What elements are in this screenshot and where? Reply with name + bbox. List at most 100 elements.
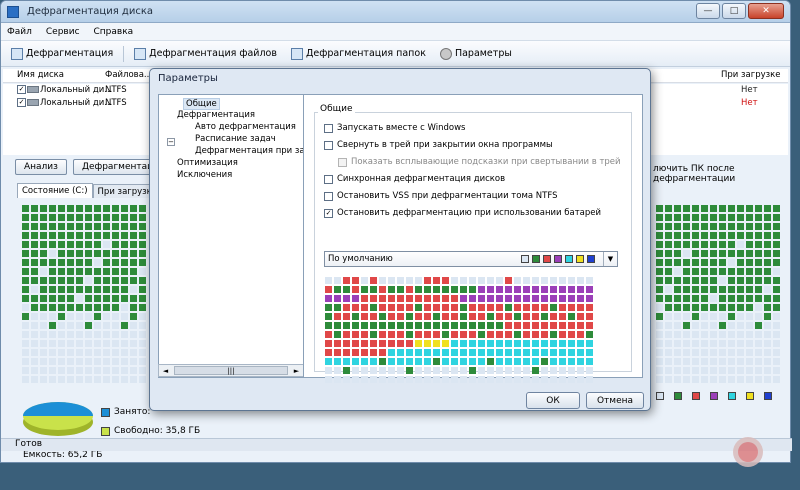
- cluster-block: [532, 286, 539, 293]
- cluster-block: [388, 331, 395, 338]
- defrag-folders-button[interactable]: Дефрагментация папок: [287, 46, 430, 62]
- tray-checkbox[interactable]: [324, 140, 333, 150]
- vss-checkbox[interactable]: [324, 191, 333, 201]
- startup-checkbox[interactable]: [324, 123, 333, 133]
- tree-item-optimize[interactable]: Оптимизация: [177, 158, 238, 168]
- cluster-block: [487, 376, 494, 383]
- cluster-block: [755, 331, 762, 338]
- cluster-block: [325, 358, 332, 365]
- cluster-block: [121, 232, 128, 239]
- tooltips-checkbox[interactable]: [338, 157, 347, 167]
- cluster-block: [334, 331, 341, 338]
- tree-item-schedule[interactable]: Расписание задач: [195, 134, 276, 144]
- option-sync[interactable]: Синхронная дефрагментация дисков: [324, 174, 505, 184]
- cluster-block: [85, 376, 92, 383]
- cluster-block: [755, 376, 762, 383]
- cluster-block: [49, 286, 56, 293]
- menu-file[interactable]: Файл: [7, 27, 32, 37]
- cluster-block: [31, 295, 38, 302]
- cluster-block: [674, 295, 681, 302]
- tree-item-auto-defrag[interactable]: Авто дефрагментация: [195, 122, 296, 132]
- shutdown-option-label[interactable]: лючить ПК после дефрагментации: [653, 164, 790, 184]
- cluster-block: [121, 331, 128, 338]
- option-startup[interactable]: Запускать вместе с Windows: [324, 123, 465, 133]
- cluster-block: [130, 331, 137, 338]
- minimize-button[interactable]: —: [696, 3, 720, 19]
- tree-item-exclusions[interactable]: Исключения: [177, 170, 232, 180]
- legend-swatch: [656, 392, 664, 400]
- option-vss[interactable]: Остановить VSS при дефрагментации тома N…: [324, 191, 557, 201]
- cluster-block: [487, 277, 494, 284]
- cluster-block: [343, 349, 350, 356]
- cluster-block: [737, 331, 744, 338]
- analyze-button[interactable]: Анализ: [15, 159, 67, 175]
- cluster-block: [370, 277, 377, 284]
- cluster-block: [352, 322, 359, 329]
- option-tooltips[interactable]: Показать всплывающие подсказки при сверт…: [338, 157, 621, 167]
- menu-service[interactable]: Сервис: [46, 27, 80, 37]
- cluster-block: [737, 295, 744, 302]
- cluster-block: [683, 295, 690, 302]
- cluster-block: [568, 277, 575, 284]
- cluster-block: [469, 277, 476, 284]
- sync-checkbox[interactable]: [324, 174, 333, 184]
- cluster-block: [103, 223, 110, 230]
- cluster-block: [773, 250, 780, 257]
- cluster-block: [532, 322, 539, 329]
- chevron-down-icon[interactable]: ▼: [603, 252, 617, 266]
- scroll-left-icon[interactable]: ◄: [159, 365, 172, 376]
- free-legend: Свободно: 35,8 ГБ: [101, 426, 200, 436]
- cluster-block: [692, 331, 699, 338]
- cluster-block: [76, 322, 83, 329]
- disk-checkbox[interactable]: ✓: [17, 98, 26, 107]
- tree-item-general[interactable]: Общие: [183, 98, 220, 110]
- cluster-block: [683, 214, 690, 221]
- cluster-block: [325, 331, 332, 338]
- cluster-block: [496, 304, 503, 311]
- cancel-button[interactable]: Отмена: [586, 392, 644, 409]
- cluster-block: [85, 331, 92, 338]
- cluster-block: [352, 304, 359, 311]
- settings-toolbar-button[interactable]: Параметры: [436, 46, 516, 62]
- cluster-block: [460, 295, 467, 302]
- column-boot[interactable]: При загрузке: [721, 70, 781, 80]
- cluster-block: [433, 376, 440, 383]
- option-battery[interactable]: ✓ Остановить дефрагментацию при использо…: [324, 208, 601, 218]
- scroll-thumb[interactable]: |||: [174, 366, 288, 375]
- cluster-block: [49, 205, 56, 212]
- cluster-block: [773, 268, 780, 275]
- cluster-block: [719, 358, 726, 365]
- cluster-block: [755, 349, 762, 356]
- cluster-block: [415, 313, 422, 320]
- cluster-block: [728, 295, 735, 302]
- ok-button[interactable]: ОК: [526, 392, 580, 409]
- cluster-block: [49, 331, 56, 338]
- battery-checkbox[interactable]: ✓: [324, 208, 333, 218]
- cluster-block: [67, 286, 74, 293]
- cluster-block: [397, 286, 404, 293]
- tree-collapse-icon[interactable]: −: [167, 138, 175, 146]
- tree-scrollbar[interactable]: ◄ ||| ►: [158, 364, 304, 377]
- cluster-block: [424, 286, 431, 293]
- menu-help[interactable]: Справка: [94, 27, 134, 37]
- column-disk-name[interactable]: Имя диска: [17, 70, 64, 80]
- cluster-block: [746, 241, 753, 248]
- cluster-block: [103, 295, 110, 302]
- tab-status[interactable]: Состояние (C:): [17, 183, 93, 198]
- column-filesystem[interactable]: Файлова...: [105, 70, 152, 80]
- app-icon: [7, 6, 19, 18]
- tree-item-defrag[interactable]: Дефрагментация: [177, 110, 255, 120]
- cluster-block: [719, 232, 726, 239]
- option-tray[interactable]: Свернуть в трей при закрытии окна програ…: [324, 140, 553, 150]
- cluster-block: [478, 376, 485, 383]
- scroll-right-icon[interactable]: ►: [290, 365, 303, 376]
- defrag-files-button[interactable]: Дефрагментация файлов: [130, 46, 281, 62]
- color-scheme-select[interactable]: По умолчанию ▼: [324, 251, 618, 267]
- cluster-block: [334, 322, 341, 329]
- close-button[interactable]: ✕: [748, 3, 784, 19]
- disk-checkbox[interactable]: ✓: [17, 85, 26, 94]
- maximize-button[interactable]: □: [722, 3, 746, 19]
- cluster-block: [577, 286, 584, 293]
- cluster-block: [737, 223, 744, 230]
- defrag-toolbar-button[interactable]: Дефрагментация: [7, 46, 117, 62]
